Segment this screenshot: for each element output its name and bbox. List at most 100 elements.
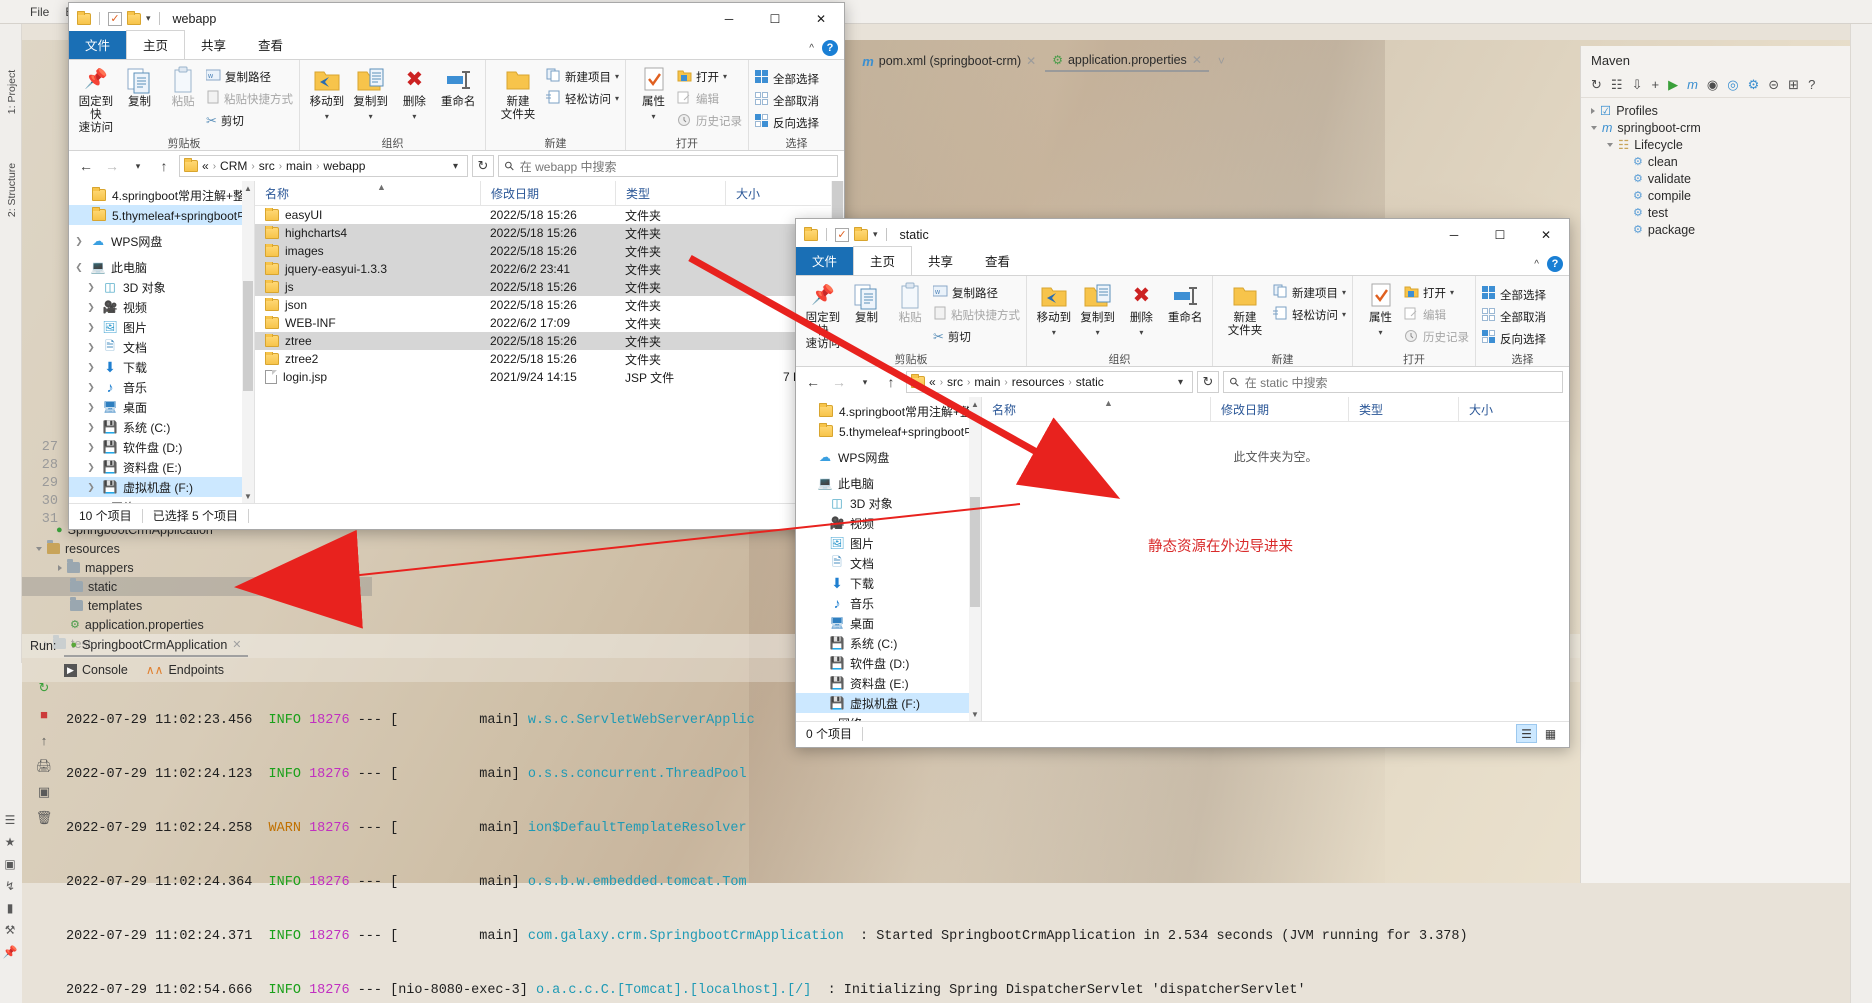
nav-item-this-pc[interactable]: 💻 此电脑 xyxy=(796,473,981,493)
build-icon[interactable]: ⚒ xyxy=(0,919,20,941)
back-button[interactable]: ← xyxy=(802,371,824,393)
close-icon[interactable]: ✕ xyxy=(232,638,241,651)
breadcrumb-main[interactable]: main xyxy=(974,375,1000,389)
address-bar-row[interactable]: ← → ▾ ↑ « › src › main › resources › sta… xyxy=(796,367,1569,397)
chevron-down-icon[interactable]: ▾ xyxy=(146,13,151,24)
editor-tab-application-properties[interactable]: ⚙ application.properties ✕ xyxy=(1045,50,1209,72)
back-button[interactable]: ← xyxy=(75,155,97,177)
chevron-down-icon[interactable]: ˅ xyxy=(1218,54,1225,68)
minimize-button[interactable]: ─ xyxy=(706,3,752,34)
column-header-type[interactable]: 类型 xyxy=(1348,397,1458,421)
copy-to-button[interactable]: 复制到 ▾ xyxy=(1077,279,1119,339)
select-all-button[interactable]: 全部选择 xyxy=(1482,285,1546,304)
nav-item-desktop[interactable]: ❯ 🖥 桌面 xyxy=(69,397,254,417)
chevron-right-icon[interactable]: ❯ xyxy=(85,322,97,333)
chevron-right-icon[interactable]: ❯ xyxy=(85,342,97,353)
maven-goal-compile[interactable]: ⚙ compile xyxy=(1581,187,1872,204)
maven-toolbar[interactable]: ↻ ☷ ⇩ + ▶ m ◉ ◎ ⚙ ⊝ ⊞ ? xyxy=(1581,72,1872,98)
chevron-right-icon[interactable]: ❯ xyxy=(85,362,97,373)
explorer-window-static[interactable]: ✓ ▾ static ─ ☐ ✕ 文件 主页 共享 查看 ^ ? 📌 固定到快 … xyxy=(795,218,1570,748)
nav-item-drive-d[interactable]: ❯ 💾 软件盘 (D:) xyxy=(69,437,254,457)
settings-icon[interactable]: ⚙ xyxy=(1748,77,1760,93)
delete-button[interactable]: ✖ 删除 ▾ xyxy=(1121,279,1163,339)
maven-goal-icon[interactable]: m xyxy=(1687,77,1698,92)
nav-item-pictures[interactable]: 🖼 图片 xyxy=(796,533,981,553)
camera-icon[interactable]: ▣ xyxy=(36,784,52,800)
window-controls[interactable]: ─ ☐ ✕ xyxy=(706,3,844,34)
run-config-tab[interactable]: ● SpringbootCrmApplication ✕ xyxy=(64,636,248,657)
tab-home[interactable]: 主页 xyxy=(853,246,913,276)
file-rows[interactable]: easyUI 2022/5/18 15:26 文件夹 highcharts4 2022/… xyxy=(255,206,844,386)
chevron-down-icon[interactable]: ▾ xyxy=(1450,288,1454,297)
chevron-down-icon[interactable] xyxy=(1591,125,1597,130)
column-headers[interactable]: 名称 ▲ 修改日期 类型 大小 xyxy=(982,397,1569,422)
file-list-pane[interactable]: 名称 ▲ 修改日期 类型 大小 easyUI 2022/5/18 15:26 文件夹… xyxy=(255,181,844,503)
nav-scrollbar-thumb[interactable] xyxy=(243,281,253,391)
title-bar[interactable]: ✓ ▾ webapp ─ ☐ ✕ xyxy=(69,3,844,34)
favorites-icon[interactable]: ★ xyxy=(0,831,20,853)
new-folder-icon[interactable] xyxy=(127,10,141,25)
toolwindow-project[interactable]: 1: Project xyxy=(6,64,18,120)
close-icon[interactable]: ✕ xyxy=(1192,53,1202,67)
help-icon[interactable]: ? xyxy=(822,40,838,56)
add-maven-project-icon[interactable]: ☷ xyxy=(1611,77,1623,93)
chevron-right-icon[interactable]: ❯ xyxy=(85,302,97,313)
refresh-icon[interactable]: ↻ xyxy=(1591,77,1602,93)
print-icon[interactable]: 🖨 xyxy=(36,758,53,774)
maven-node-springboot-crm[interactable]: m springboot-crm xyxy=(1581,119,1872,136)
edit-button[interactable]: 编辑 xyxy=(677,89,742,108)
select-all-button[interactable]: 全部选择 xyxy=(755,69,819,88)
rerun-icon[interactable]: ↻ xyxy=(36,680,52,696)
copy-button[interactable]: 复制 xyxy=(846,279,888,325)
rename-button[interactable]: 重命名 xyxy=(437,63,479,109)
new-item-button[interactable]: 新建项目 ▾ xyxy=(546,67,619,86)
nav-item-wps-cloud[interactable]: ❯ ☁ WPS网盘 xyxy=(69,231,254,251)
select-none-button[interactable]: 全部取消 xyxy=(1482,307,1546,326)
nav-item-documents[interactable]: ❯ 🗎 文档 xyxy=(69,337,254,357)
copy-path-button[interactable]: w 复制路径 xyxy=(205,67,293,86)
nav-item-network[interactable]: ☁ 网络 xyxy=(796,713,981,721)
help-icon[interactable]: ? xyxy=(1808,77,1815,92)
nav-item-3d-objects[interactable]: ❯ ◫ 3D 对象 xyxy=(69,277,254,297)
chevron-down-icon[interactable]: ▾ xyxy=(369,110,373,123)
address-bar[interactable]: « › CRM › src › main › webapp ▾ xyxy=(179,155,468,177)
address-bar[interactable]: « › src › main › resources › static ▾ xyxy=(906,371,1193,393)
nav-item-thymeleaf-notes[interactable]: 5.thymeleaf+springboot中完 xyxy=(796,421,981,441)
chevron-down-icon[interactable]: ▾ xyxy=(325,110,329,123)
chevron-right-icon[interactable]: ❯ xyxy=(85,382,97,393)
chevron-down-icon[interactable]: ▾ xyxy=(615,72,619,81)
copy-button[interactable]: 复制 xyxy=(119,63,161,109)
refresh-button[interactable]: ↻ xyxy=(472,155,494,177)
nav-item-drive-c[interactable]: ❯ 💾 系统 (C:) xyxy=(69,417,254,437)
nav-item-drive-f[interactable]: 💾 虚拟机盘 (F:) xyxy=(796,693,981,713)
copy-to-button[interactable]: 复制到 ▾ xyxy=(350,63,392,123)
new-folder-button[interactable]: 新建 文件夹 xyxy=(1219,279,1271,338)
recent-locations-button[interactable]: ▾ xyxy=(854,371,876,393)
nav-item-drive-d[interactable]: 💾 软件盘 (D:) xyxy=(796,653,981,673)
move-to-button[interactable]: 移动到 ▾ xyxy=(1033,279,1075,339)
maven-goal-validate[interactable]: ⚙ validate xyxy=(1581,170,1872,187)
cut-button[interactable]: ✂ 剪切 xyxy=(206,111,293,130)
toggle-skip-tests-icon[interactable]: ◎ xyxy=(1727,77,1738,93)
nav-item-drive-e[interactable]: 💾 资料盘 (E:) xyxy=(796,673,981,693)
chevron-down-icon[interactable] xyxy=(36,546,42,551)
toolwindow-structure[interactable]: 2: Structure xyxy=(6,162,18,218)
scroll-up-icon[interactable]: ▲ xyxy=(242,181,254,195)
chevron-down-icon[interactable]: ▾ xyxy=(615,94,619,103)
chevron-right-icon[interactable]: ❯ xyxy=(85,282,97,293)
address-bar-row[interactable]: ← → ▾ ↑ « › CRM › src › main › webapp ▾ … xyxy=(69,151,844,181)
pin-icon[interactable]: 📌 xyxy=(0,941,20,963)
nav-item-music[interactable]: ❯ ♪ 音乐 xyxy=(69,377,254,397)
up-button[interactable]: ↑ xyxy=(153,155,175,177)
invert-selection-button[interactable]: 反向选择 xyxy=(755,113,819,132)
chevron-down-icon[interactable]: ▾ xyxy=(1052,326,1056,339)
chevron-right-icon[interactable]: ❯ xyxy=(85,442,97,453)
explorer-window-webapp[interactable]: ✓ ▾ webapp ─ ☐ ✕ 文件 主页 共享 查看 ^ ? 📌 固定到快 … xyxy=(68,2,845,530)
terminal-icon[interactable]: ▮ xyxy=(0,897,20,919)
breadcrumb-webapp[interactable]: webapp xyxy=(323,159,365,173)
nav-item-pictures[interactable]: ❯ 🖼 图片 xyxy=(69,317,254,337)
tab-endpoints[interactable]: ∧∧ Endpoints xyxy=(146,663,224,677)
stop-icon[interactable]: ■ xyxy=(36,706,52,722)
structure-icon[interactable]: ☰ xyxy=(0,809,20,831)
nav-item-drive-e[interactable]: ❯ 💾 资料盘 (E:) xyxy=(69,457,254,477)
